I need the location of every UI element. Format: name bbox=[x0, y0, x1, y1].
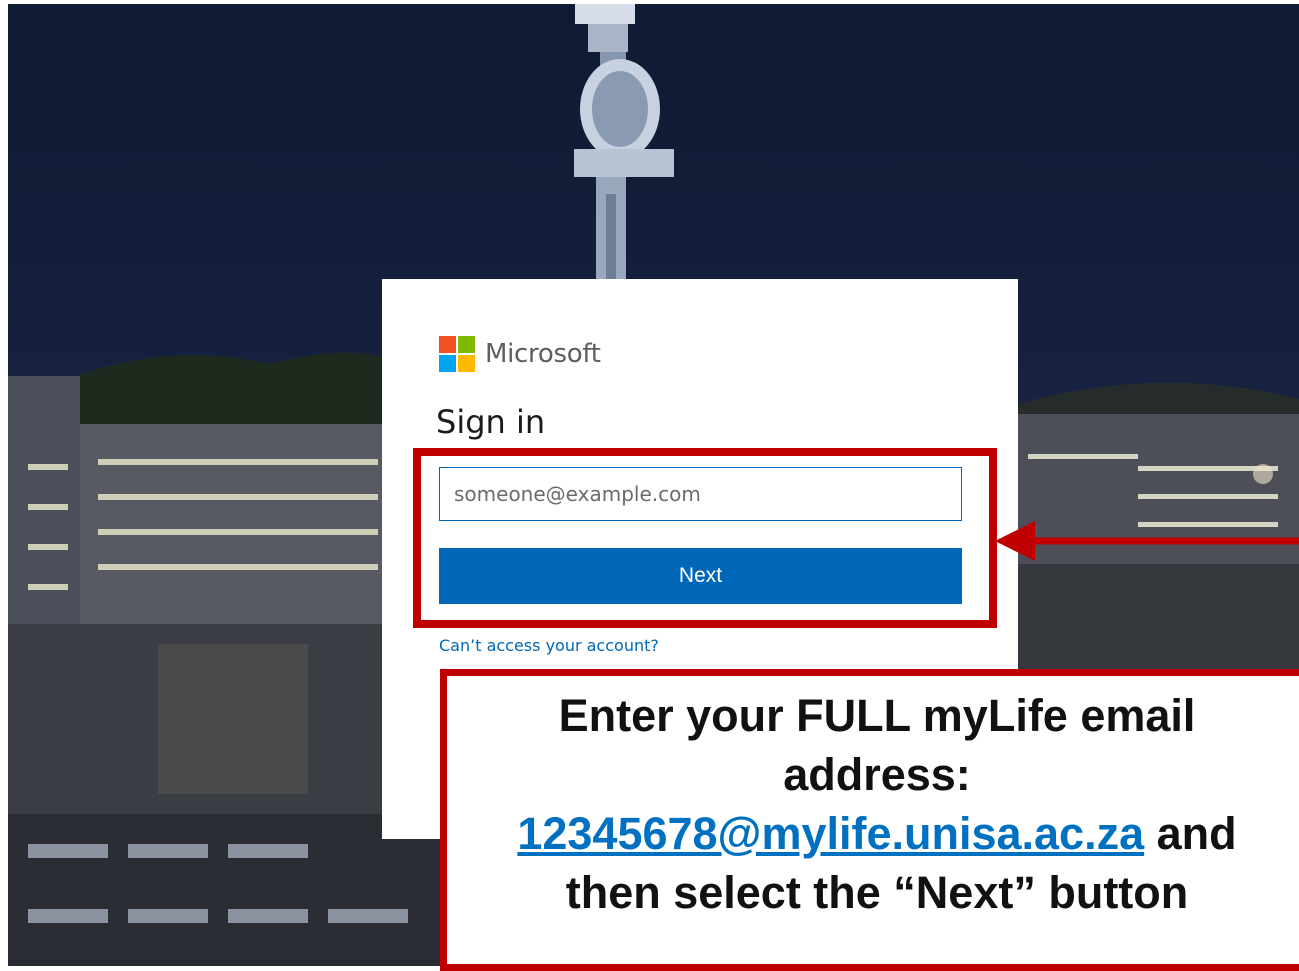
arrow-left-icon bbox=[995, 521, 1299, 561]
signin-title: Sign in bbox=[436, 403, 546, 441]
microsoft-logo-icon bbox=[439, 336, 475, 372]
brand-name: Microsoft bbox=[485, 339, 601, 369]
instruction-text: Enter your FULL myLife email address: 12… bbox=[447, 686, 1299, 922]
microsoft-logo: Microsoft bbox=[439, 336, 601, 372]
tower-silhouette bbox=[574, 4, 674, 287]
instruction-line-1: Enter your FULL myLife email bbox=[558, 690, 1196, 741]
instruction-callout: Enter your FULL myLife email address: 12… bbox=[440, 669, 1299, 971]
highlight-box bbox=[413, 448, 997, 628]
example-email-link[interactable]: 12345678@mylife.unisa.ac.za bbox=[517, 808, 1144, 859]
cant-access-account-link[interactable]: Can’t access your account? bbox=[439, 636, 659, 655]
instruction-line-2: address: bbox=[783, 749, 971, 800]
instruction-and: and bbox=[1144, 808, 1237, 859]
instruction-line-4: then select the “Next” button bbox=[565, 867, 1189, 918]
